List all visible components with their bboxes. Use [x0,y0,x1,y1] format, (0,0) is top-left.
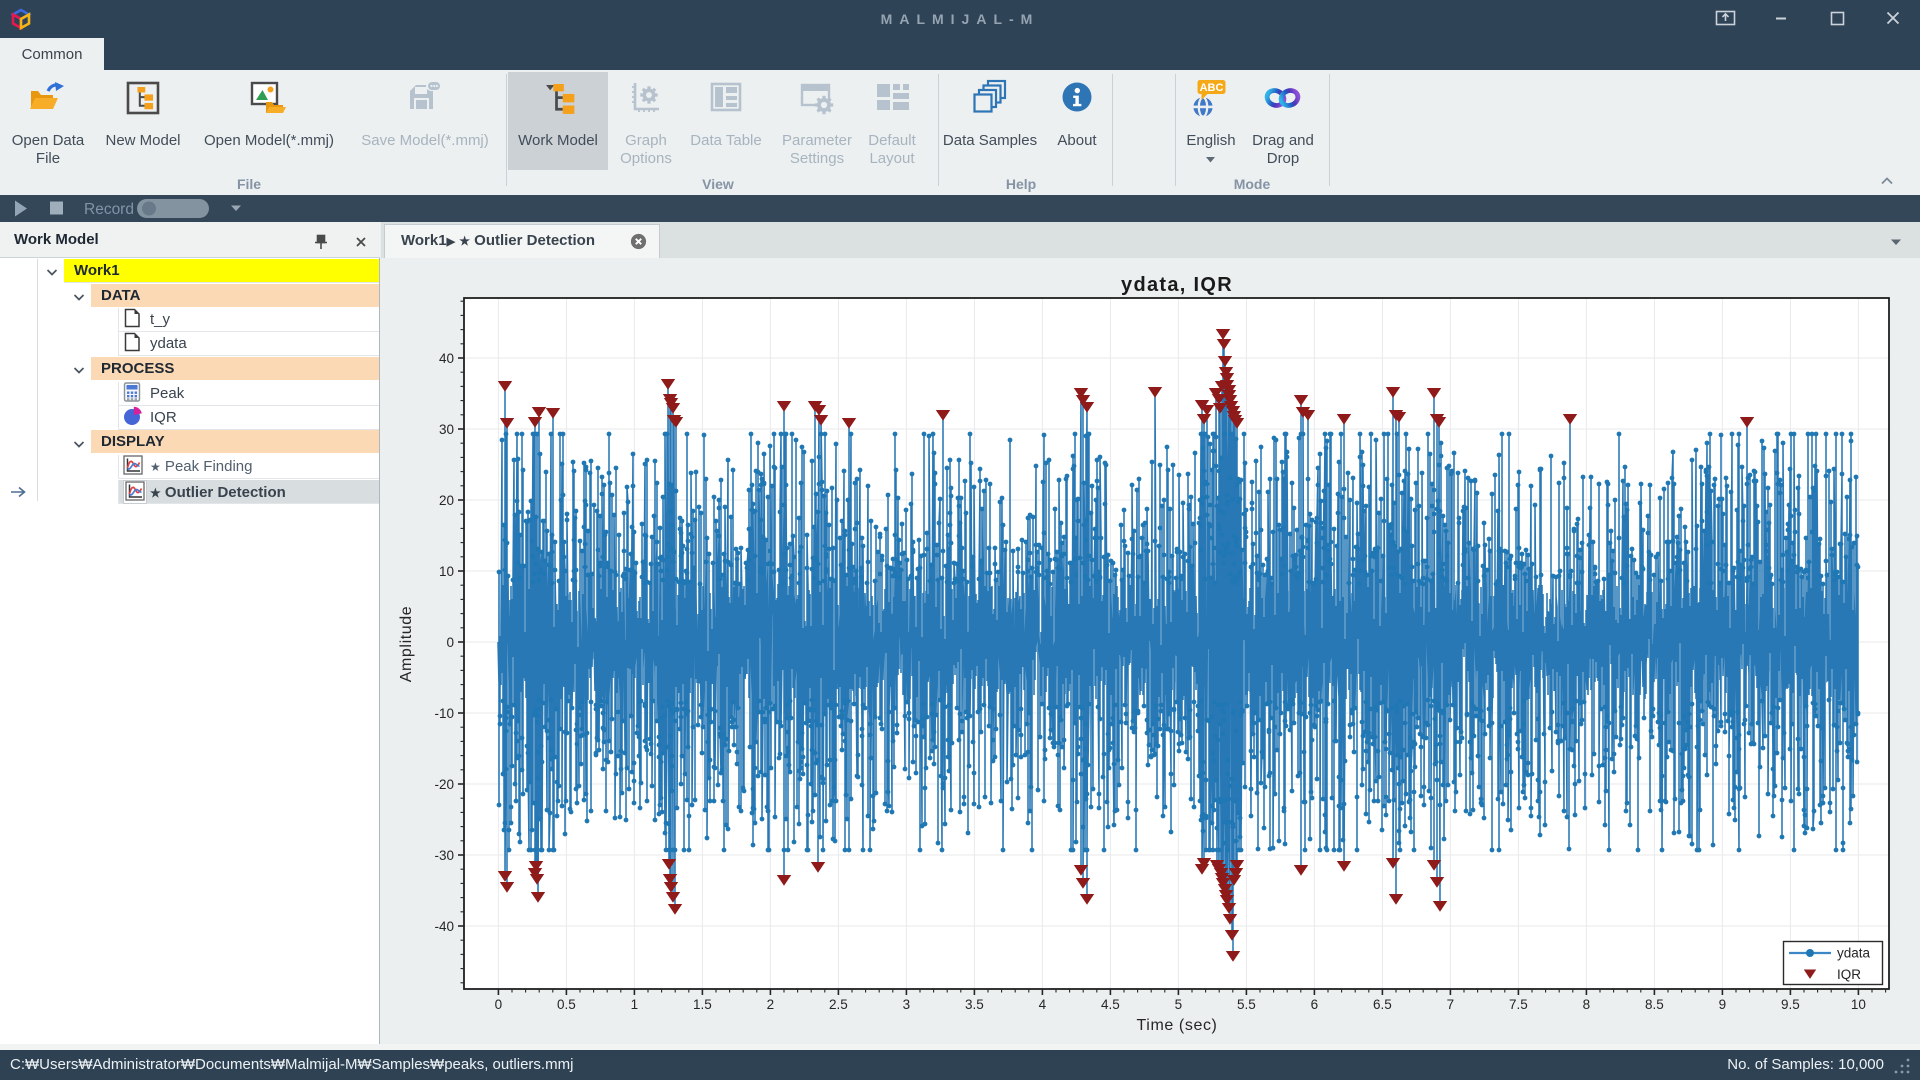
svg-text:9.5: 9.5 [1781,997,1800,1012]
svg-text:Amplitude: Amplitude [398,606,415,683]
svg-text:0: 0 [446,635,454,650]
svg-text:2: 2 [767,997,775,1012]
svg-text:5.5: 5.5 [1237,997,1256,1012]
svg-text:30: 30 [439,422,454,437]
svg-text:40: 40 [439,351,454,366]
svg-text:1.5: 1.5 [693,997,712,1012]
svg-text:2.5: 2.5 [829,997,848,1012]
svg-text:ydata: ydata [1837,946,1871,961]
svg-text:ABC: ABC [1200,82,1224,94]
svg-text:8: 8 [1583,997,1591,1012]
svg-text:9: 9 [1719,997,1727,1012]
svg-text:3.5: 3.5 [965,997,984,1012]
svg-text:4.5: 4.5 [1101,997,1120,1012]
svg-text:3: 3 [903,997,911,1012]
svg-text:0.5: 0.5 [557,997,576,1012]
svg-text:10: 10 [1851,997,1866,1012]
svg-text:Record: Record [84,201,134,218]
svg-text:7.5: 7.5 [1509,997,1528,1012]
svg-text:ydata, IQR: ydata, IQR [1121,274,1233,296]
svg-text:8.5: 8.5 [1645,997,1664,1012]
svg-text:-40: -40 [434,919,454,934]
svg-text:6: 6 [1311,997,1319,1012]
svg-text:1: 1 [631,997,639,1012]
svg-text:7: 7 [1447,997,1455,1012]
svg-text:-20: -20 [434,777,454,792]
svg-text:0: 0 [495,997,503,1012]
svg-text:20: 20 [439,493,454,508]
svg-text:Time (sec): Time (sec) [1137,1017,1218,1034]
svg-text:4: 4 [1039,997,1047,1012]
svg-text:10: 10 [439,564,454,579]
svg-text:IQR: IQR [1837,967,1861,982]
svg-text:-10: -10 [434,706,454,721]
svg-text:5: 5 [1175,997,1183,1012]
svg-text:-30: -30 [434,848,454,863]
svg-text:6.5: 6.5 [1373,997,1392,1012]
